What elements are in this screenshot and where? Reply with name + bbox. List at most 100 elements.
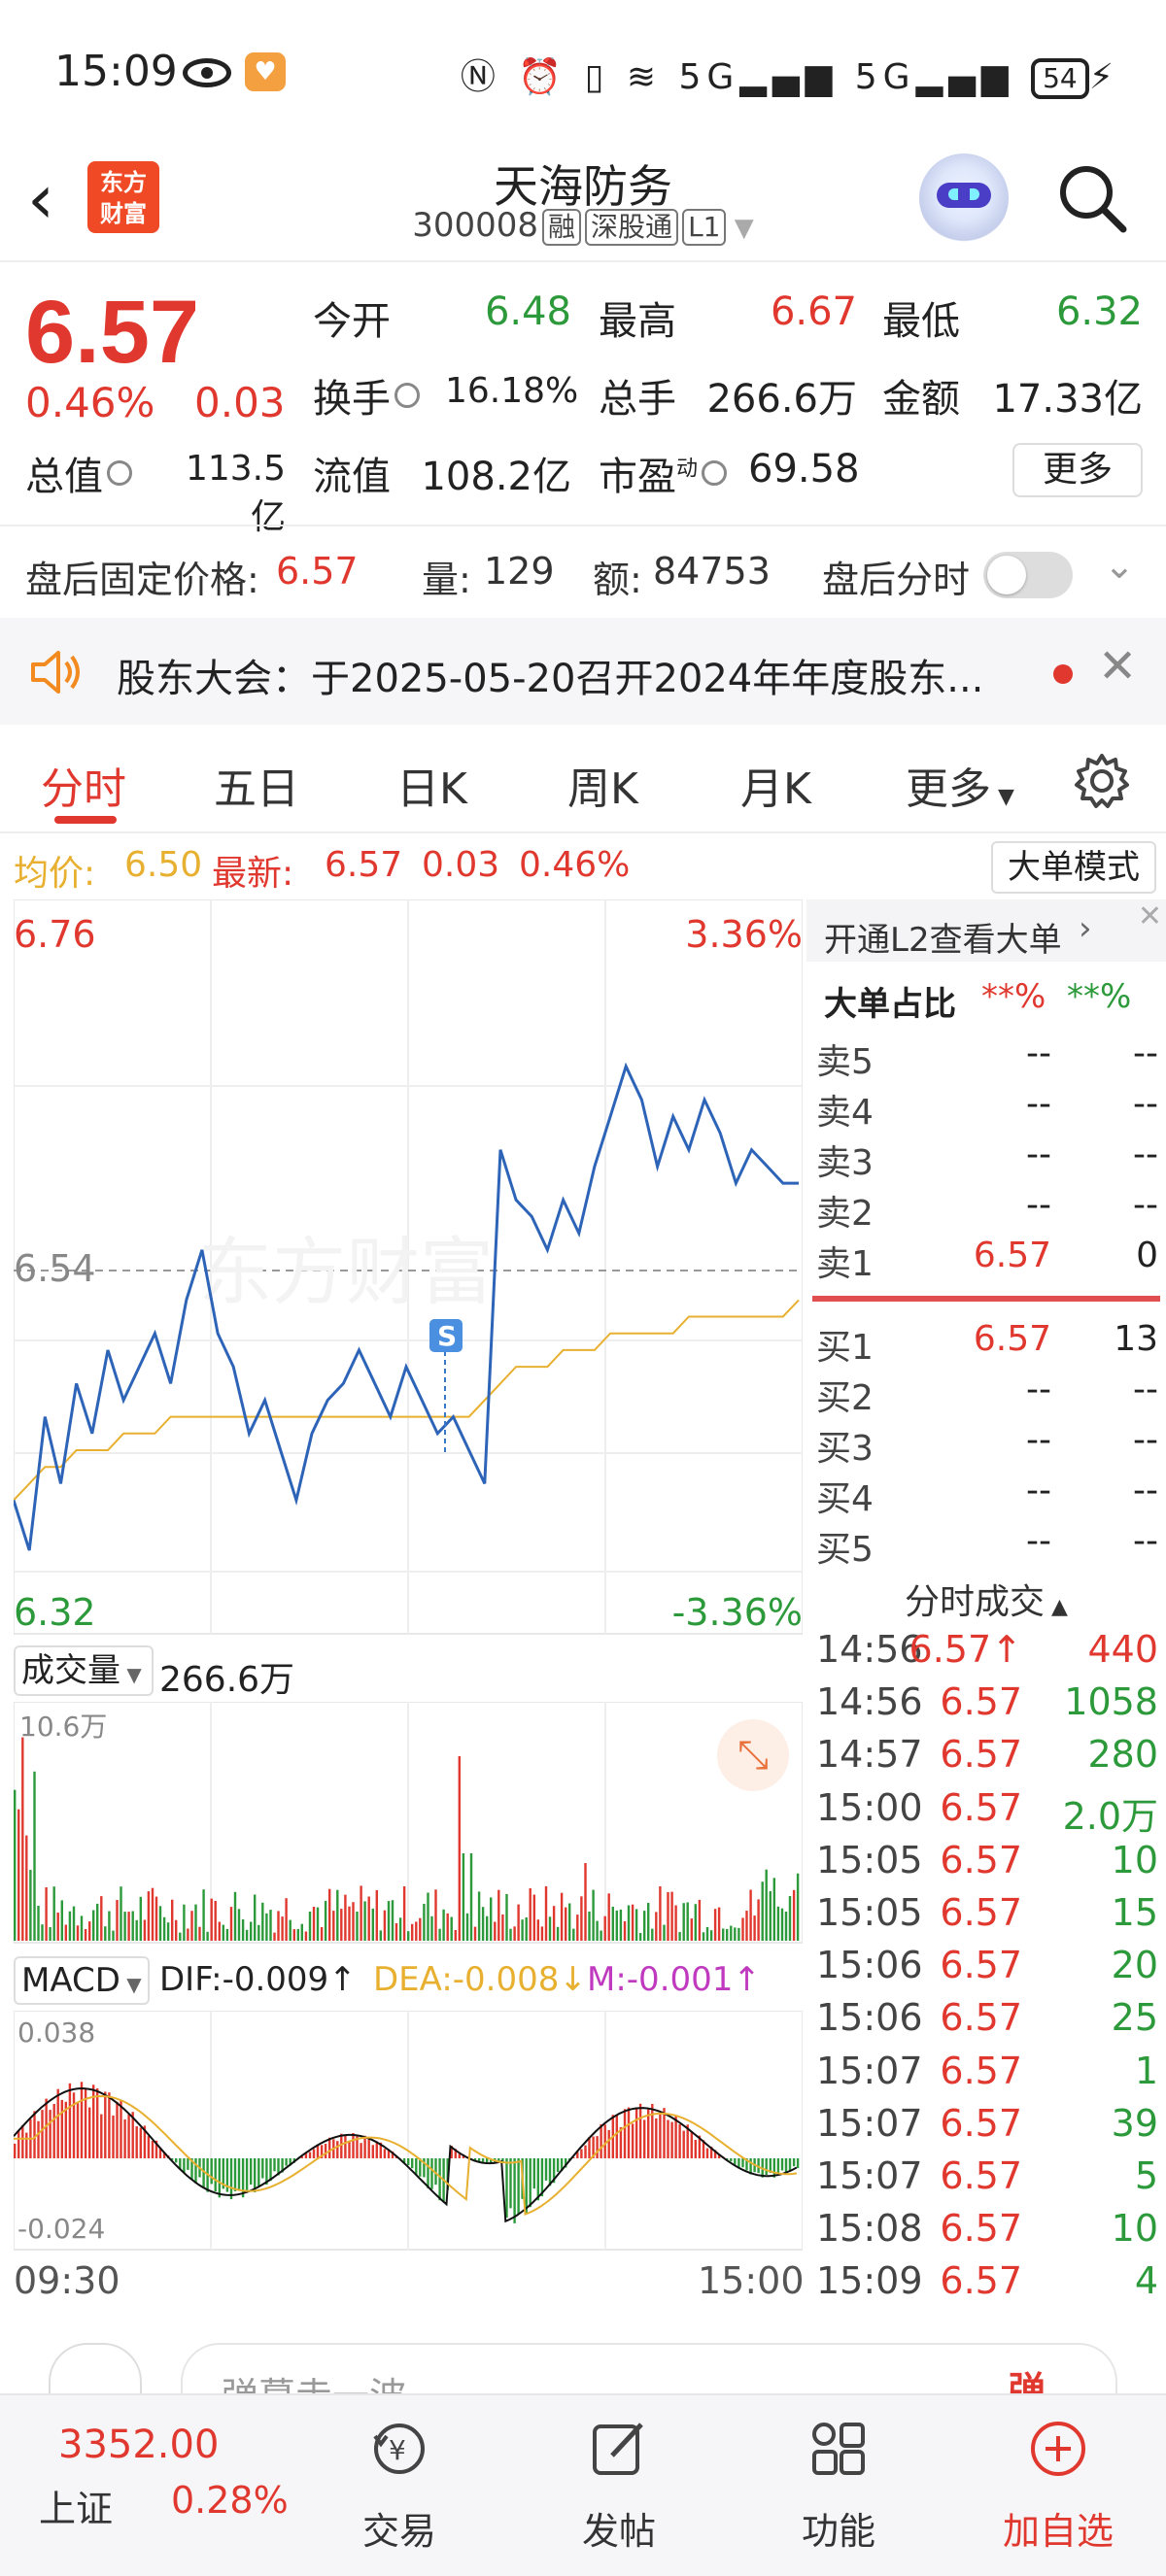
more-button[interactable]: 更多 (1012, 443, 1143, 497)
volume-bar (670, 1891, 673, 1941)
buy-2-row[interactable]: 买2 -- -- (816, 1370, 1158, 1420)
intraday-chart[interactable]: 东方财富 S 6.76 3.36% 6.54 6.32 -3.36% (12, 898, 804, 1638)
nav-add-watchlist[interactable]: 加自选 (976, 2415, 1141, 2555)
volume-bar (332, 1911, 335, 1941)
volume-bar (497, 1889, 500, 1941)
macd-bar (481, 2158, 485, 2162)
quote-panel: 6.57 0.46% 0.03 今开 6.48 最高 6.67 最低 6.32 … (0, 264, 1166, 537)
mktcap-label[interactable]: 总值 (25, 445, 132, 501)
ticks-header[interactable]: 分时成交 ▲ (806, 1574, 1166, 1624)
macd-select[interactable]: MACD ▼ (14, 1956, 150, 2005)
sell-3-row[interactable]: 卖3 -- -- (816, 1135, 1158, 1185)
volume-bar (402, 1886, 406, 1941)
volume-bar (340, 1909, 343, 1941)
index-value[interactable]: 3352.00 (58, 2423, 219, 2467)
volume-bar (588, 1911, 591, 1941)
tab-intraday[interactable]: 分时 (41, 754, 126, 816)
macd-bar (139, 2127, 142, 2158)
tick-price: 6.57 (940, 2259, 1022, 2303)
sell-2-row[interactable]: 卖2 -- -- (816, 1185, 1158, 1236)
tab-more[interactable]: 更多 ▼ (906, 754, 1014, 816)
index-pct[interactable]: 0.28% (171, 2479, 289, 2522)
chevron-down-icon[interactable]: ⌄ (1104, 544, 1135, 587)
macd-bar (663, 2108, 666, 2158)
macd-bar (352, 2133, 355, 2158)
tick-row[interactable]: 15:06 6.57 25 (816, 1996, 1158, 2049)
latest-label: 最新: (212, 854, 294, 894)
tab-daily-k[interactable]: 日K (396, 754, 467, 816)
avg-label: 均价: (14, 854, 96, 894)
gear-icon[interactable] (1073, 752, 1131, 810)
volume-bar (647, 1903, 650, 1941)
volume-bar (218, 1921, 221, 1941)
close-icon[interactable]: ✕ (1098, 639, 1137, 694)
macd-bar (627, 2107, 631, 2158)
macd-bar (367, 2136, 370, 2158)
tick-row[interactable]: 15:07 6.57 5 (816, 2154, 1158, 2207)
l2-banner[interactable]: 开通L2查看大单 › ✕ (806, 899, 1166, 962)
buy-5-row[interactable]: 买5 -- -- (816, 1521, 1158, 1572)
tick-row[interactable]: 14:57 6.57 280 (816, 1733, 1158, 1785)
notice-banner[interactable]: 股东大会：于2025-05-20召开2024年年度股东... ✕ (0, 618, 1166, 725)
sell-5-row[interactable]: 卖5 -- -- (816, 1034, 1158, 1084)
after-hours-toggle[interactable] (983, 552, 1073, 598)
volume-bar (108, 1911, 111, 1941)
tick-time: 15:07 (816, 2101, 923, 2145)
nav-trade[interactable]: ¥ 交易 (317, 2415, 482, 2555)
tick-row[interactable]: 15:09 6.57 4 (816, 2259, 1158, 2312)
volume-bar (753, 1915, 756, 1941)
volume-bar (206, 1931, 209, 1941)
sell-4-row[interactable]: 卖4 -- -- (816, 1084, 1158, 1135)
assistant-robot-icon[interactable] (919, 153, 1009, 243)
macd-bar (588, 2137, 591, 2158)
index-name[interactable]: 上证 (39, 2479, 113, 2532)
volume-bar (757, 1899, 760, 1941)
expand-icon[interactable]: ⤡ (717, 1719, 789, 1791)
volume-bar (257, 1924, 260, 1941)
tick-row[interactable]: 15:07 6.57 1 (816, 2050, 1158, 2102)
buy-4-row[interactable]: 买4 -- -- (816, 1471, 1158, 1521)
tick-row[interactable]: 14:56 6.57 1058 (816, 1680, 1158, 1733)
buy-1-row[interactable]: 买1 6.57 13 (816, 1319, 1158, 1370)
volume-bar (229, 1907, 233, 1941)
tick-row[interactable]: 15:00 6.57 2.0万 (816, 1786, 1158, 1839)
search-icon[interactable] (1055, 161, 1129, 235)
volume-bar (749, 1889, 752, 1941)
tick-row[interactable]: 15:05 6.57 15 (816, 1891, 1158, 1944)
volume-bar (344, 1894, 347, 1941)
tab-weekly-k[interactable]: 周K (567, 754, 638, 816)
volume-bar (540, 1926, 544, 1941)
tick-row[interactable]: 15:07 6.57 39 (816, 2102, 1158, 2154)
volume-bar (237, 1909, 241, 1941)
volume-bar (430, 1915, 433, 1941)
tick-row[interactable]: 15:05 6.57 10 (816, 1839, 1158, 1891)
sell-1-row[interactable]: 卖1 6.57 0 (816, 1236, 1158, 1286)
watermark: 东方财富 (198, 1229, 494, 1315)
pe-label[interactable]: 市盈动 (599, 445, 728, 501)
volume-bar (214, 1901, 217, 1941)
close-icon[interactable]: ✕ (1138, 899, 1162, 933)
volume-bar (277, 1911, 280, 1941)
volume-bar (651, 1928, 654, 1941)
indicator-select[interactable]: 成交量 ▼ (14, 1645, 154, 1696)
tab-monthly-k[interactable]: 月K (740, 754, 811, 816)
volume-bar (623, 1920, 627, 1941)
info-icon (394, 383, 420, 408)
volume-bar (225, 1928, 229, 1941)
tick-row[interactable]: 15:06 6.57 20 (816, 1944, 1158, 1996)
tick-row[interactable]: 14:56 6.57↑ 440 (816, 1628, 1158, 1680)
tick-row[interactable]: 15:08 6.57 10 (816, 2207, 1158, 2259)
latest-value: 6.57 (325, 845, 403, 885)
nav-functions[interactable]: 功能 (756, 2415, 921, 2555)
macd-bar (438, 2158, 441, 2201)
tab-5day[interactable]: 五日 (214, 754, 299, 816)
volume-panel[interactable]: 成交量 ▼ 266.6万 10.6万 ⤡ (14, 1638, 803, 1949)
turnover-label[interactable]: 换手 (313, 367, 420, 424)
macd-panel[interactable]: MACD ▼ DIF:-0.009↑ DEA:-0.008↓ M:-0.001↑… (14, 1949, 803, 2251)
volume-bar (427, 1892, 429, 1941)
buy-3-row[interactable]: 买3 -- -- (816, 1420, 1158, 1471)
volume-bar (179, 1932, 182, 1941)
big-order-mode-button[interactable]: 大单模式 (991, 841, 1156, 894)
nav-post[interactable]: 发帖 (536, 2415, 702, 2555)
volume-bar (698, 1899, 702, 1941)
